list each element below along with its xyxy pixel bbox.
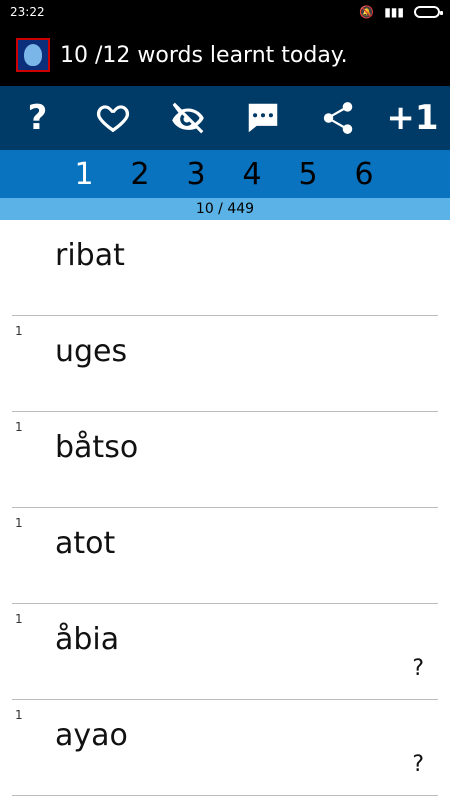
word-text: åbia (55, 622, 120, 657)
list-item[interactable]: 1 atot (12, 508, 438, 604)
review-count: 1 (15, 516, 23, 530)
tabs: 1 2 3 4 5 6 (0, 150, 450, 198)
word-text: atot (55, 526, 116, 561)
list-item[interactable]: ribat (12, 220, 438, 316)
heart-icon (96, 105, 129, 133)
message-icon (248, 103, 277, 133)
eye-off-icon (171, 102, 204, 134)
page-title: 10 /12 words learnt today. (60, 42, 348, 68)
favorite-button[interactable] (85, 90, 141, 146)
word-text: båtso (55, 430, 139, 465)
tab-3[interactable]: 3 (168, 157, 224, 192)
word-text: uges (55, 334, 128, 369)
status-bar: 23:22 🔕 ▮▮▮ (0, 0, 450, 24)
list-item[interactable]: 1 åbia ? (12, 604, 438, 700)
tab-6[interactable]: 6 (336, 157, 392, 192)
review-count: 1 (15, 612, 23, 626)
list-item[interactable]: 1 uges (12, 316, 438, 412)
status-icons: 🔕 ▮▮▮ (359, 5, 443, 19)
comment-button[interactable] (235, 90, 291, 146)
list-item[interactable]: 1 båtso (12, 412, 438, 508)
plus-one-button[interactable]: +1 (385, 90, 441, 146)
notification-muted-icon: 🔕 (359, 5, 375, 19)
help-icon: ? (27, 98, 48, 138)
status-time: 23:22 (10, 5, 45, 19)
progress-text: 10 / 449 (195, 201, 255, 217)
tab-2[interactable]: 2 (112, 157, 168, 192)
plus-one-icon: +1 (386, 98, 439, 138)
toolbar: ? +1 (0, 86, 450, 150)
app-header: 10 /12 words learnt today. (0, 24, 450, 86)
help-button[interactable]: ? (10, 90, 66, 146)
word-text: ayao (55, 718, 128, 753)
guam-flag-icon (16, 38, 50, 72)
review-count: 1 (15, 324, 23, 338)
battery-icon (414, 6, 443, 18)
signal-icon: ▮▮▮ (384, 5, 404, 19)
review-count: 1 (15, 708, 23, 722)
share-icon (323, 102, 352, 134)
tab-1[interactable]: 1 (56, 157, 112, 192)
list-item[interactable]: 1 ayao ? (12, 700, 438, 796)
question-mark: ? (412, 656, 424, 681)
review-count: 1 (15, 420, 23, 434)
tab-4[interactable]: 4 (224, 157, 280, 192)
progress-indicator: 10 / 449 (0, 198, 450, 220)
question-mark: ? (412, 752, 424, 777)
share-button[interactable] (310, 90, 366, 146)
word-list: ribat 1 uges 1 båtso 1 atot 1 åbia ? 1 a… (0, 220, 450, 796)
tab-5[interactable]: 5 (280, 157, 336, 192)
word-text: ribat (55, 238, 125, 273)
hide-button[interactable] (160, 90, 216, 146)
